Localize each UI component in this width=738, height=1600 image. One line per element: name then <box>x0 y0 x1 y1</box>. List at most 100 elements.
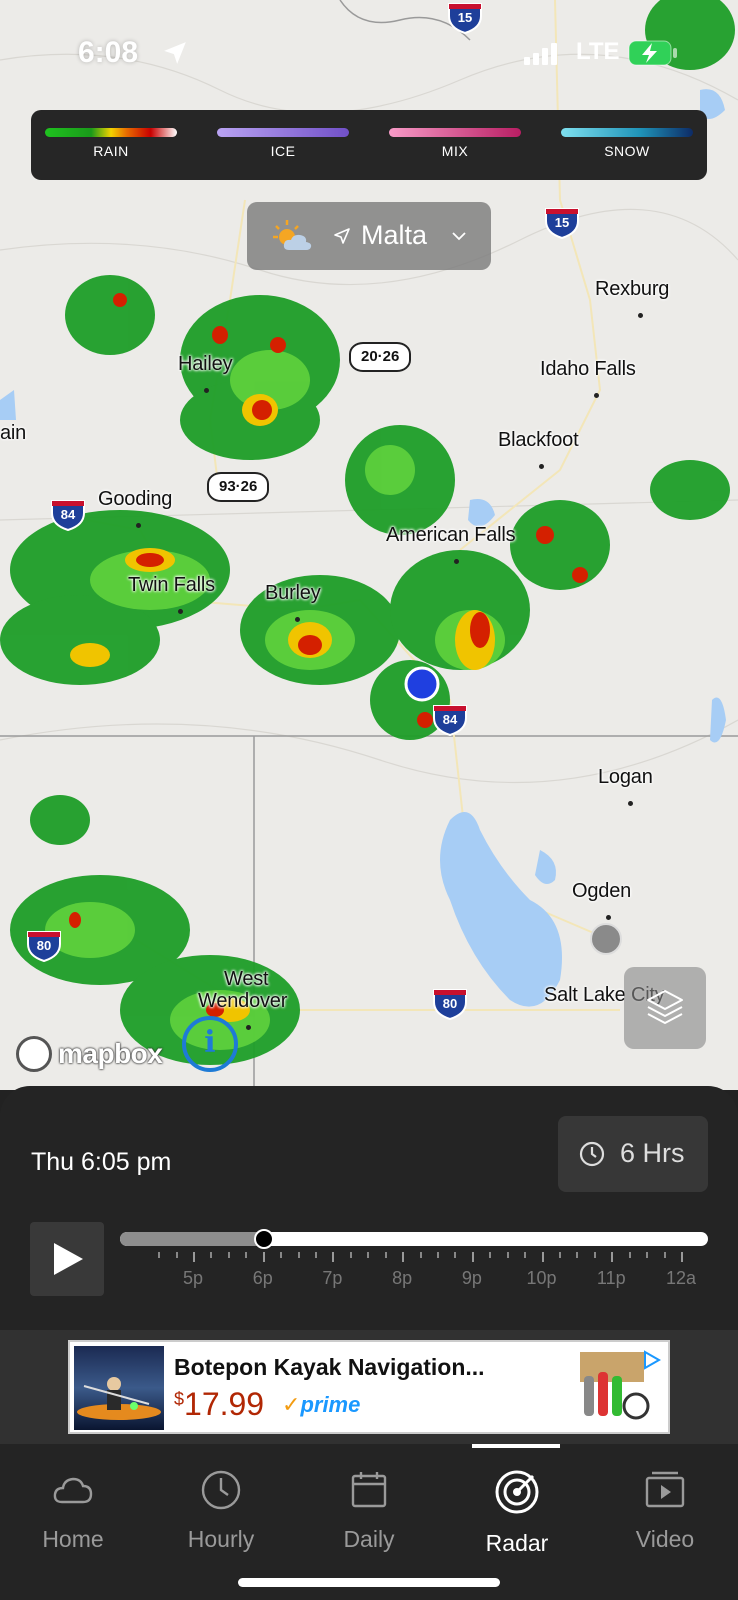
us-route-shield: 93·26 <box>207 472 270 502</box>
tab-label: Hourly <box>187 1526 255 1552</box>
shield-number: 84 <box>60 507 76 522</box>
map-info-button[interactable]: i <box>182 1016 238 1072</box>
play-button[interactable] <box>30 1222 104 1296</box>
shield-number: 84 <box>442 712 458 727</box>
legend-bar <box>389 128 521 137</box>
tab-video[interactable]: Video <box>610 1468 720 1553</box>
interstate-shield: 80 <box>26 928 62 963</box>
hour-label: 10p <box>526 1268 557 1288</box>
city-name: Ogden <box>572 880 632 902</box>
calendar-icon <box>351 1472 387 1508</box>
tab-hourly[interactable]: Hourly <box>166 1468 276 1553</box>
timeline-tick <box>367 1252 370 1258</box>
us-route-shield: 20·26 <box>349 342 412 372</box>
tab-label: Daily <box>343 1526 395 1552</box>
battery-charging-icon <box>628 40 677 66</box>
tab-home[interactable]: Home <box>18 1468 128 1553</box>
ad-banner[interactable]: Botepon Kayak Navigation... $17.99 ✓prim… <box>68 1340 670 1434</box>
prime-badge: ✓prime <box>282 1392 361 1417</box>
radar-icon <box>495 1470 539 1514</box>
timeline-tick <box>227 1252 230 1258</box>
time-range-button[interactable]: 6 Hrs <box>558 1116 708 1192</box>
location-arrow-icon <box>164 42 186 64</box>
tab-daily[interactable]: Daily <box>314 1468 424 1553</box>
city-name: Blackfoot <box>498 429 579 451</box>
legend-bar <box>561 128 693 137</box>
timeline-thumb[interactable] <box>254 1229 275 1249</box>
home-indicator <box>238 1578 500 1587</box>
clock-icon <box>579 1141 605 1167</box>
timeline-tick <box>419 1252 422 1258</box>
status-time: 6:08 <box>78 36 139 69</box>
mapbox-logo[interactable]: mapbox <box>16 1036 163 1072</box>
city-name: Idaho Falls <box>540 358 636 380</box>
mapbox-mark-icon <box>16 1036 52 1072</box>
city-name: Twin Falls <box>128 574 215 596</box>
tab-bar: Home Hourly Daily Radar Video <box>0 1444 738 1600</box>
timeline-tick <box>454 1252 457 1258</box>
legend-item-ice: ICE <box>217 128 349 159</box>
city-label: Logan <box>598 766 653 812</box>
timeline-tick <box>471 1252 474 1262</box>
hour-label: 6p <box>252 1268 273 1288</box>
city-label: West <box>224 968 269 990</box>
hour-label: 11p <box>596 1268 626 1288</box>
timeline-tick <box>384 1252 387 1258</box>
adchoices-icon[interactable] <box>642 1350 662 1370</box>
precip-legend: RAIN ICE MIX SNOW <box>31 110 707 180</box>
ad-title: Botepon Kayak Navigation... <box>174 1354 485 1380</box>
interstate-shield: 84 <box>50 497 86 532</box>
timeline-tick <box>193 1252 195 1262</box>
timeline-tick <box>349 1252 352 1258</box>
time-range-label: 6 Hrs <box>620 1138 685 1168</box>
radar-map[interactable]: Rexburg Idaho Falls Hailey Blackfoot Goo… <box>0 0 738 1090</box>
city-name: West <box>224 968 269 990</box>
legend-label: RAIN <box>93 143 129 159</box>
city-label: Gooding <box>98 488 172 534</box>
legend-item-snow: SNOW <box>561 128 693 159</box>
interstate-shield: 80 <box>432 986 468 1021</box>
timeline-slider[interactable] <box>120 1232 708 1246</box>
timeline-panel: Thu 6:05 pm 6 Hrs 5p 6p 7p 8p 9p 10p 11p 12a <box>0 1086 738 1330</box>
city-label: Rexburg <box>595 278 669 324</box>
status-bar: 6:08 LTE <box>0 0 738 100</box>
tab-label: Radar <box>485 1530 549 1556</box>
video-icon <box>645 1471 685 1508</box>
frame-time: Thu 6:05 pm <box>31 1148 172 1176</box>
city-label: Ogden <box>572 880 631 926</box>
ad-price-value: 17.99 <box>184 1386 265 1422</box>
timeline-ticks <box>120 1252 708 1264</box>
location-selector[interactable]: Malta <box>247 202 491 270</box>
network-type: LTE <box>576 38 620 65</box>
timeline-tick <box>646 1252 649 1258</box>
legend-label: ICE <box>270 143 296 159</box>
legend-bar <box>45 128 177 137</box>
layers-icon <box>647 990 683 1024</box>
shield-number: 15 <box>554 215 570 230</box>
signal-icon <box>524 43 557 65</box>
hour-label: 12a <box>665 1268 697 1288</box>
city-name: Logan <box>598 766 653 788</box>
city-label: Burley <box>265 582 321 628</box>
ad-banner-strip: Botepon Kayak Navigation... $17.99 ✓prim… <box>0 1330 738 1444</box>
timeline-tick <box>315 1252 317 1258</box>
timeline-tick <box>280 1252 283 1258</box>
timeline-tick <box>332 1252 335 1262</box>
timeline-tick <box>611 1252 614 1262</box>
hour-label: 5p <box>182 1268 204 1288</box>
ad-price: $17.99 <box>174 1386 264 1423</box>
navigation-arrow-icon <box>334 228 350 244</box>
hour-label: 7p <box>322 1268 343 1288</box>
city-name: Hailey <box>178 353 233 375</box>
play-icon <box>54 1243 83 1275</box>
timeline-tick <box>628 1252 631 1258</box>
timeline-tick <box>489 1252 492 1258</box>
tab-radar[interactable]: Radar <box>462 1468 572 1557</box>
timeline-tick <box>210 1252 213 1258</box>
map-layers-button[interactable] <box>624 967 706 1049</box>
city-label: American Falls <box>386 524 516 570</box>
shield-number: 80 <box>442 996 458 1011</box>
timeline-tick <box>402 1252 405 1262</box>
city-label: Blackfoot <box>498 429 579 475</box>
city-name: Burley <box>265 582 321 604</box>
